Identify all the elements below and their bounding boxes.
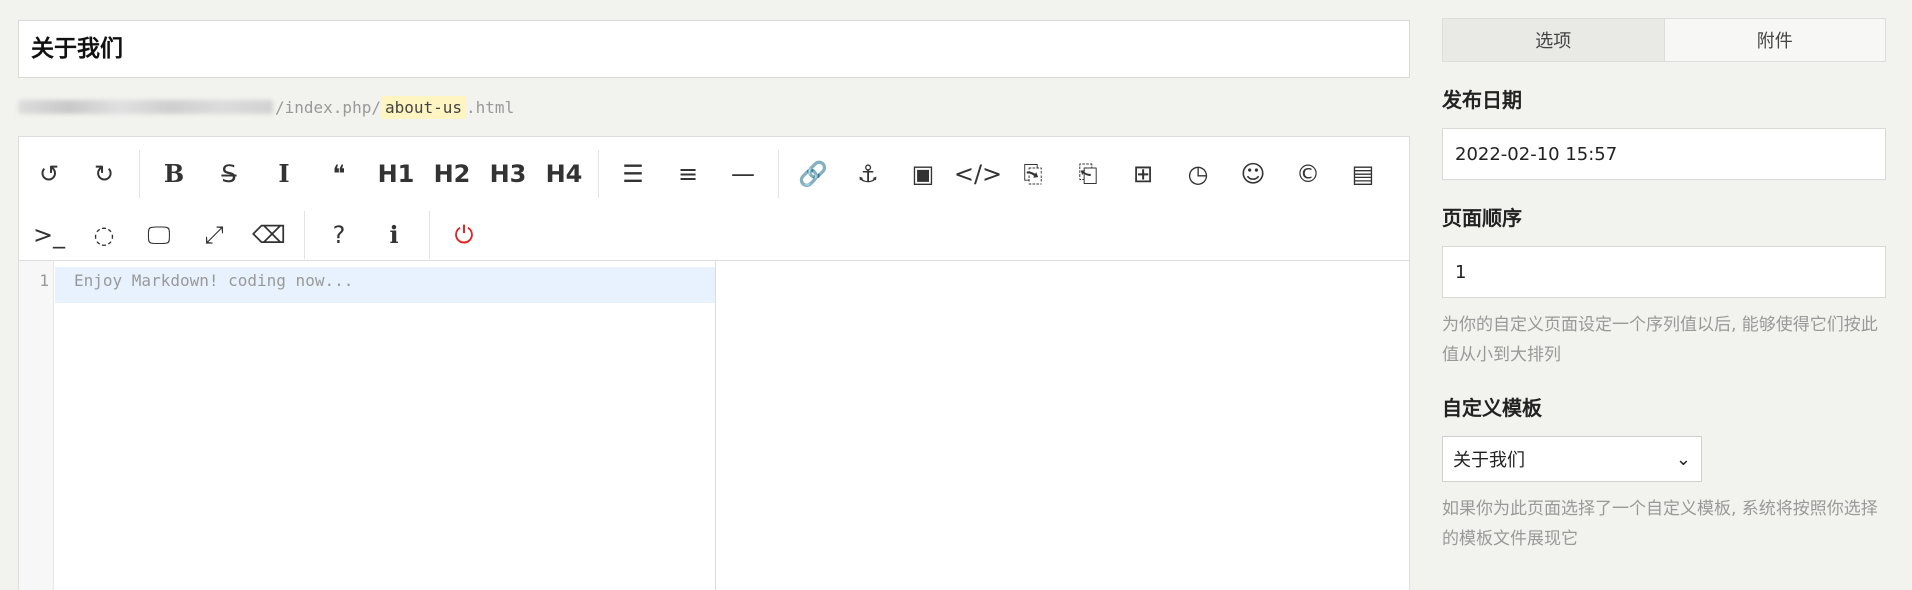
fullscreen-icon[interactable]: ⤢ [194,215,234,255]
watch-toggle-icon[interactable]: ◌ [84,215,124,255]
tab-attachments[interactable]: 附件 [1663,19,1885,61]
h2-button[interactable]: H2 [430,154,474,194]
terminal-icon[interactable]: >_ [29,215,69,255]
strikethrough-icon[interactable]: S̶ [209,154,249,194]
anchor-icon[interactable]: ⚓ [848,154,888,194]
redo-icon[interactable]: ↻ [84,154,124,194]
toolbar-separator [429,210,430,259]
undo-icon[interactable]: ↺ [29,154,69,194]
info-icon[interactable]: ℹ [374,215,414,255]
h4-button[interactable]: H4 [542,154,586,194]
publish-date-input[interactable]: 2022-02-10 15:57 [1442,128,1886,180]
link-icon[interactable]: 🔗 [793,154,833,194]
preview-icon[interactable]: 🖵 [139,215,179,255]
table-icon[interactable]: ⊞ [1123,154,1163,194]
permalink-prefix: /index.php/ [275,97,381,117]
permalink-suffix: .html [466,97,515,117]
line-number: 1 [39,271,49,290]
template-label: 自定义模板 [1442,396,1542,420]
datetime-icon[interactable]: ◷ [1178,154,1218,194]
template-select[interactable]: 关于我们 ⌄ [1442,436,1702,482]
tab-options[interactable]: 选项 [1443,19,1664,61]
page-title-input[interactable]: 关于我们 [18,20,1410,78]
toolbar-separator [598,149,599,198]
code-icon[interactable]: </> [954,154,1002,194]
clear-icon[interactable]: ⌫ [249,215,289,255]
page-order-input[interactable]: 1 [1442,246,1886,298]
template-help: 如果你为此页面选择了一个自定义模板, 系统将按照你选择的模板文件展现它 [1442,499,1878,549]
toolbar-separator [139,149,140,198]
italic-icon[interactable]: I [264,154,304,194]
ordered-list-icon[interactable]: ≡ [668,154,708,194]
toolbar-row-2: >_ ◌ 🖵 ⤢ ⌫? ℹ ⏻ [29,204,1399,265]
blurred-domain [18,100,273,114]
chevron-down-icon: ⌄ [1675,448,1691,470]
code-block-icon[interactable]: ⎘ [1013,154,1053,194]
page-order-help: 为你的自定义页面设定一个序列值以后, 能够使得它们按此值从小到大排列 [1442,315,1878,365]
image-icon[interactable]: ▣ [903,154,943,194]
power-icon[interactable]: ⏻ [444,215,484,255]
help-icon[interactable]: ? [319,215,359,255]
unordered-list-icon[interactable]: ☰ [613,154,653,194]
h3-button[interactable]: H3 [486,154,530,194]
quote-icon[interactable]: ❝ [319,154,359,194]
publish-date-label: 发布日期 [1442,88,1522,112]
sidebar: 选项 附件 发布日期 2022-02-10 15:57 页面顺序 1 为你的自定… [1442,18,1886,554]
page-order-label: 页面顺序 [1442,206,1522,230]
toolbar-row-1: ↺ ↻ B S̶ I ❝ H1 H2 H3 H4 ☰ ≡ — 🔗 ⚓ ▣ </> ⎘ ⎗ ⊞ ◷ ☺ © ▤ [29,143,1399,204]
editor-placeholder: Enjoy Markdown! coding now... [74,271,354,290]
pagebreak-icon[interactable]: ▤ [1343,154,1383,194]
slug-input[interactable]: about-us [380,95,467,119]
template-selected: 关于我们 [1453,450,1525,471]
editor-toolbar: ↺ ↻ B S̶ I ❝ H1 H2 H3 H4 ☰ ≡ — 🔗 ⚓ ▣ </> ⎘ ⎗ ⊞ ◷ ☺ © ▤ >_ ◌ 🖵 ⤢ ⌫? ℹ… [19,137,1409,261]
markdown-editor: ↺ ↻ B S̶ I ❝ H1 H2 H3 H4 ☰ ≡ — 🔗 ⚓ ▣ </> ⎘ ⎗ ⊞ ◷ ☺ © ▤ >_ ◌ 🖵 ⤢ ⌫? ℹ… [18,136,1410,590]
permalink-line: /index.php/ about-us .html [18,92,1410,122]
toolbar-separator [778,149,779,198]
html-entities-icon[interactable]: © [1288,154,1328,194]
code-file-icon[interactable]: ⎗ [1068,154,1108,194]
preview-pane [717,261,1409,590]
code-area[interactable]: 1 Enjoy Markdown! coding now... [19,261,716,590]
line-gutter: 1 [19,261,54,590]
emoji-icon[interactable]: ☺ [1233,154,1273,194]
bold-icon[interactable]: B [154,154,194,194]
h1-button[interactable]: H1 [374,154,418,194]
horizontal-rule-icon[interactable]: — [723,154,763,194]
toolbar-separator [304,210,305,259]
main-content: 关于我们 /index.php/ about-us .html ↺ ↻ B S̶ I ❝ H… [18,20,1410,590]
sidebar-tabs: 选项 附件 [1442,18,1886,62]
